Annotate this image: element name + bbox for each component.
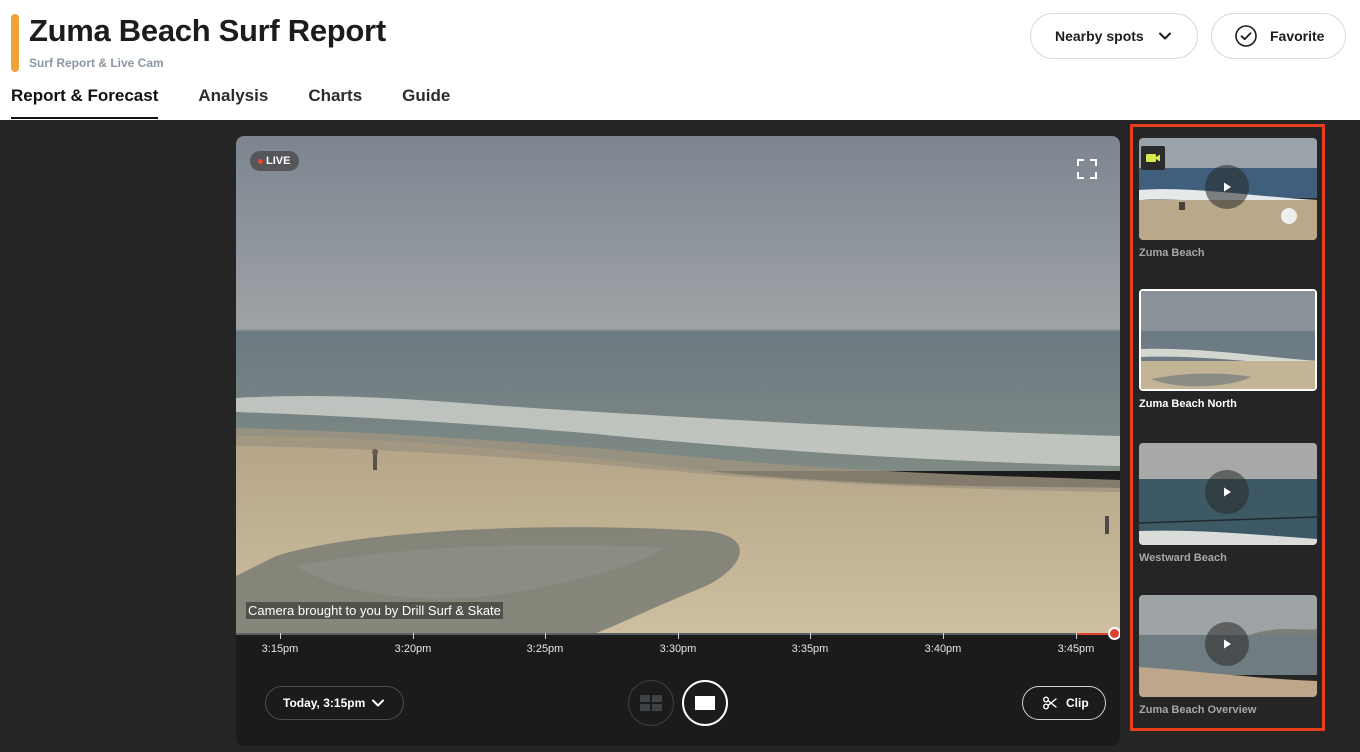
nearby-spots-button[interactable]: Nearby spots [1030, 13, 1198, 59]
date-time-label: Today, 3:15pm [283, 696, 366, 710]
cam-thumbnail[interactable] [1139, 443, 1317, 545]
camera-list: Zuma Beach Zuma Beach North Westward Bea… [1130, 124, 1325, 731]
beach-cam-frame [236, 136, 1120, 633]
tab-charts[interactable]: Charts [308, 86, 362, 116]
tab-guide[interactable]: Guide [402, 86, 450, 116]
chevron-down-icon [371, 696, 385, 710]
grid-view-icon [640, 695, 662, 711]
cam-label: Zuma Beach North [1139, 398, 1237, 410]
page-title: Zuma Beach Surf Report [29, 13, 386, 48]
scissors-icon [1042, 695, 1058, 711]
favorite-button[interactable]: Favorite [1211, 13, 1346, 59]
timeline[interactable]: 3:15pm 3:20pm 3:25pm 3:30pm 3:35pm 3:40pm 3:45… [236, 627, 1120, 673]
live-label: LIVE [266, 155, 291, 167]
timeline-tick-label: 3:25pm [526, 643, 564, 655]
timeline-track[interactable] [236, 633, 1114, 635]
timeline-tick [1076, 633, 1077, 639]
play-icon[interactable] [1205, 165, 1249, 209]
cam-label: Zuma Beach [1139, 247, 1205, 259]
play-icon[interactable] [1205, 470, 1249, 514]
page-header: Zuma Beach Surf Report Surf Report & Liv… [0, 0, 1360, 120]
camera-sponsor-caption: Camera brought to you by Drill Surf & Sk… [246, 602, 503, 619]
tab-report-forecast[interactable]: Report & Forecast [11, 86, 159, 119]
date-time-selector[interactable]: Today, 3:15pm [265, 686, 404, 720]
timeline-tick [280, 633, 281, 639]
timeline-tick-label: 3:30pm [659, 643, 697, 655]
cam-label: Westward Beach [1139, 552, 1227, 564]
cam-thumbnail[interactable] [1139, 289, 1317, 391]
fullscreen-icon[interactable] [1076, 158, 1098, 180]
timeline-scrubber[interactable] [1108, 627, 1120, 640]
timeline-tick-label: 3:35pm [791, 643, 829, 655]
timeline-tick-label: 3:45pm [1057, 643, 1095, 655]
cam-player: LIVE Camera brought to you by Drill Surf… [236, 136, 1120, 746]
timeline-tick-label: 3:15pm [261, 643, 299, 655]
page-subtitle: Surf Report & Live Cam [29, 56, 164, 70]
single-view-icon [695, 696, 715, 710]
tab-analysis[interactable]: Analysis [198, 86, 268, 116]
multi-cam-view-button[interactable] [628, 680, 674, 726]
tab-bar: Report & Forecast Analysis Charts Guide [11, 86, 490, 119]
live-badge: LIVE [250, 151, 300, 171]
timeline-tick [545, 633, 546, 639]
timeline-tick [943, 633, 944, 639]
timeline-tick [413, 633, 414, 639]
live-dot-icon [258, 158, 263, 164]
cam-thumbnail[interactable] [1139, 138, 1317, 240]
play-icon[interactable] [1205, 622, 1249, 666]
timeline-tick-label: 3:20pm [394, 643, 432, 655]
video-camera-icon [1141, 146, 1165, 170]
clip-label: Clip [1066, 696, 1089, 710]
check-circle-icon [1234, 24, 1258, 48]
live-cam-video[interactable]: LIVE Camera brought to you by Drill Surf… [236, 136, 1120, 633]
favorite-label: Favorite [1270, 28, 1325, 44]
clip-button[interactable]: Clip [1022, 686, 1106, 720]
cam-label: Zuma Beach Overview [1139, 704, 1257, 716]
timeline-tick [678, 633, 679, 639]
timeline-tick [810, 633, 811, 639]
cam-thumbnail[interactable] [1139, 595, 1317, 697]
title-accent-bar [11, 14, 19, 72]
nearby-spots-label: Nearby spots [1055, 28, 1144, 44]
timeline-tick-label: 3:40pm [924, 643, 962, 655]
single-cam-view-button[interactable] [682, 680, 728, 726]
chevron-down-icon [1158, 28, 1174, 44]
